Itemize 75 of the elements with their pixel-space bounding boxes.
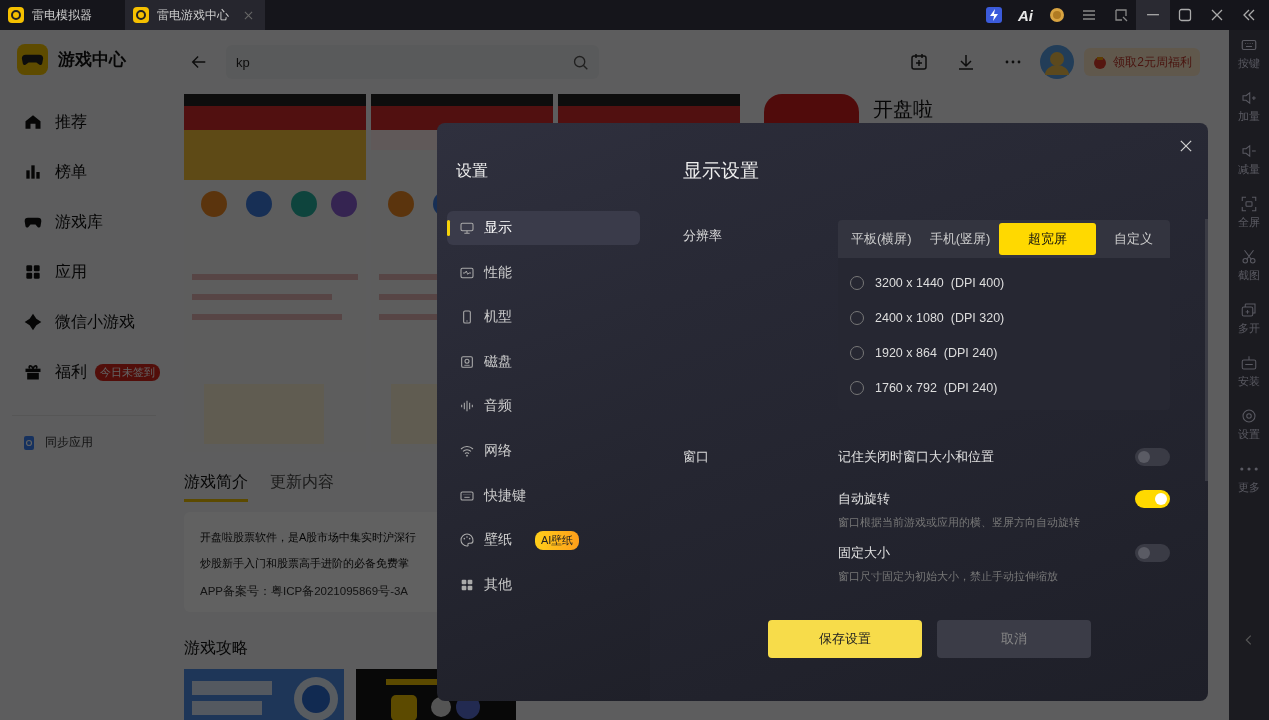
settings-nav-item[interactable]: 音频 (447, 389, 640, 424)
window-icon[interactable] (1113, 7, 1129, 23)
settings-nav-item[interactable]: 其他 (447, 567, 640, 602)
grid-icon (23, 262, 43, 282)
settings-nav-item[interactable]: 磁盘 (447, 344, 640, 379)
toggle-switch[interactable] (1135, 544, 1170, 562)
toggle-switch[interactable] (1135, 448, 1170, 466)
setting-label: 记住关闭时窗口大小和位置 (838, 448, 994, 466)
back-arrow-icon[interactable] (190, 53, 208, 71)
radio-option[interactable]: 1760 x 792 (DPI 240) (850, 370, 1158, 405)
calendar-icon[interactable] (909, 52, 930, 72)
speaker-plus-icon (1240, 89, 1258, 107)
collapse-icon[interactable] (1241, 7, 1257, 23)
app-tab[interactable]: 雷电游戏中心 (125, 0, 265, 30)
minimize-button[interactable] (1136, 0, 1170, 30)
app-logo-icon (8, 7, 24, 23)
radio-option[interactable]: 1920 x 864 (DPI 240) (850, 335, 1158, 370)
monitor-icon (459, 220, 475, 236)
more-icon (1240, 467, 1258, 471)
app-tab[interactable]: 雷电模拟器 (0, 0, 125, 30)
badge: AI壁纸 (535, 530, 580, 550)
fullscreen-icon (1240, 195, 1258, 213)
settings-nav-item[interactable]: 网络 (447, 433, 640, 468)
search-icon[interactable] (572, 53, 589, 71)
description-text: 炒股新手入门和股票高手进阶的必备免费掌 (200, 556, 409, 571)
radio-option[interactable]: 3200 x 1440 (DPI 400) (850, 265, 1158, 300)
setting-description: 窗口尺寸固定为初始大小，禁止手动拉伸缩放 (838, 569, 1058, 584)
scissors-icon (1240, 248, 1258, 266)
windows-icon (1240, 301, 1258, 319)
icp-text: APP备案号：粤ICP备2021095869号-3A (200, 584, 409, 599)
settings-nav-item[interactable]: 快捷键 (447, 478, 640, 513)
settings-nav-item[interactable]: 壁纸 AI壁纸 (447, 523, 640, 558)
setting-label: 分辨率 (683, 227, 723, 245)
package-icon (1240, 354, 1258, 372)
phone-sync-icon (21, 434, 37, 451)
app-title: 游戏中心 (58, 49, 126, 71)
ai-button[interactable]: Ai (1018, 6, 1033, 24)
gift-icon (23, 362, 43, 382)
segment-tab[interactable]: 平板(横屏) (842, 223, 921, 255)
setting-description: 窗口根据当前游戏或应用的横、竖屏方向自动旋转 (838, 515, 1080, 530)
app-name: 开盘啦 (873, 97, 933, 122)
toggle-switch[interactable] (1135, 490, 1170, 508)
settings-nav-item[interactable]: 机型 (447, 300, 640, 335)
setting-label: 自动旋转 (838, 490, 891, 508)
diamond-icon (23, 312, 43, 332)
gift-icon (1092, 54, 1109, 70)
minimize-icon (1147, 14, 1159, 16)
section-heading: 显示设置 (683, 159, 760, 183)
avatar[interactable] (1040, 45, 1075, 79)
bar-chart-icon (23, 162, 43, 182)
settings-nav-item[interactable]: 显示 (447, 211, 640, 245)
settings-icon (1240, 407, 1258, 425)
menu-icon[interactable] (1081, 7, 1097, 23)
palette-icon (459, 532, 475, 549)
lightning-icon[interactable] (986, 7, 1002, 23)
maximize-icon[interactable] (1177, 7, 1193, 23)
save-button[interactable]: 保存设置 (768, 620, 922, 658)
scrollbar[interactable] (1205, 219, 1208, 481)
setting-label: 窗口 (683, 448, 710, 466)
gamepad-logo-icon (17, 44, 48, 75)
selection-marker (447, 220, 450, 236)
segment-tab[interactable]: 手机(竖屏) (920, 223, 1000, 255)
setting-label: 固定大小 (838, 544, 891, 562)
segment-tab[interactable]: 超宽屏 (999, 223, 1097, 255)
close-icon[interactable] (1209, 7, 1225, 23)
coin-icon[interactable] (1049, 7, 1065, 23)
settings-nav-item[interactable]: 性能 (447, 255, 640, 290)
speaker-minus-icon (1240, 142, 1258, 160)
dialog-title: 设置 (456, 161, 489, 181)
app-logo-icon (133, 7, 149, 23)
segment-tab[interactable]: 自定义 (1096, 223, 1170, 255)
radio-option[interactable]: 2400 x 1080 (DPI 320) (850, 300, 1158, 335)
description-text: 开盘啦股票软件，是A股市场中集实时沪深行 (200, 530, 417, 545)
section-title: 游戏攻略 (184, 638, 248, 658)
badge: 今日未签到 (95, 363, 160, 381)
